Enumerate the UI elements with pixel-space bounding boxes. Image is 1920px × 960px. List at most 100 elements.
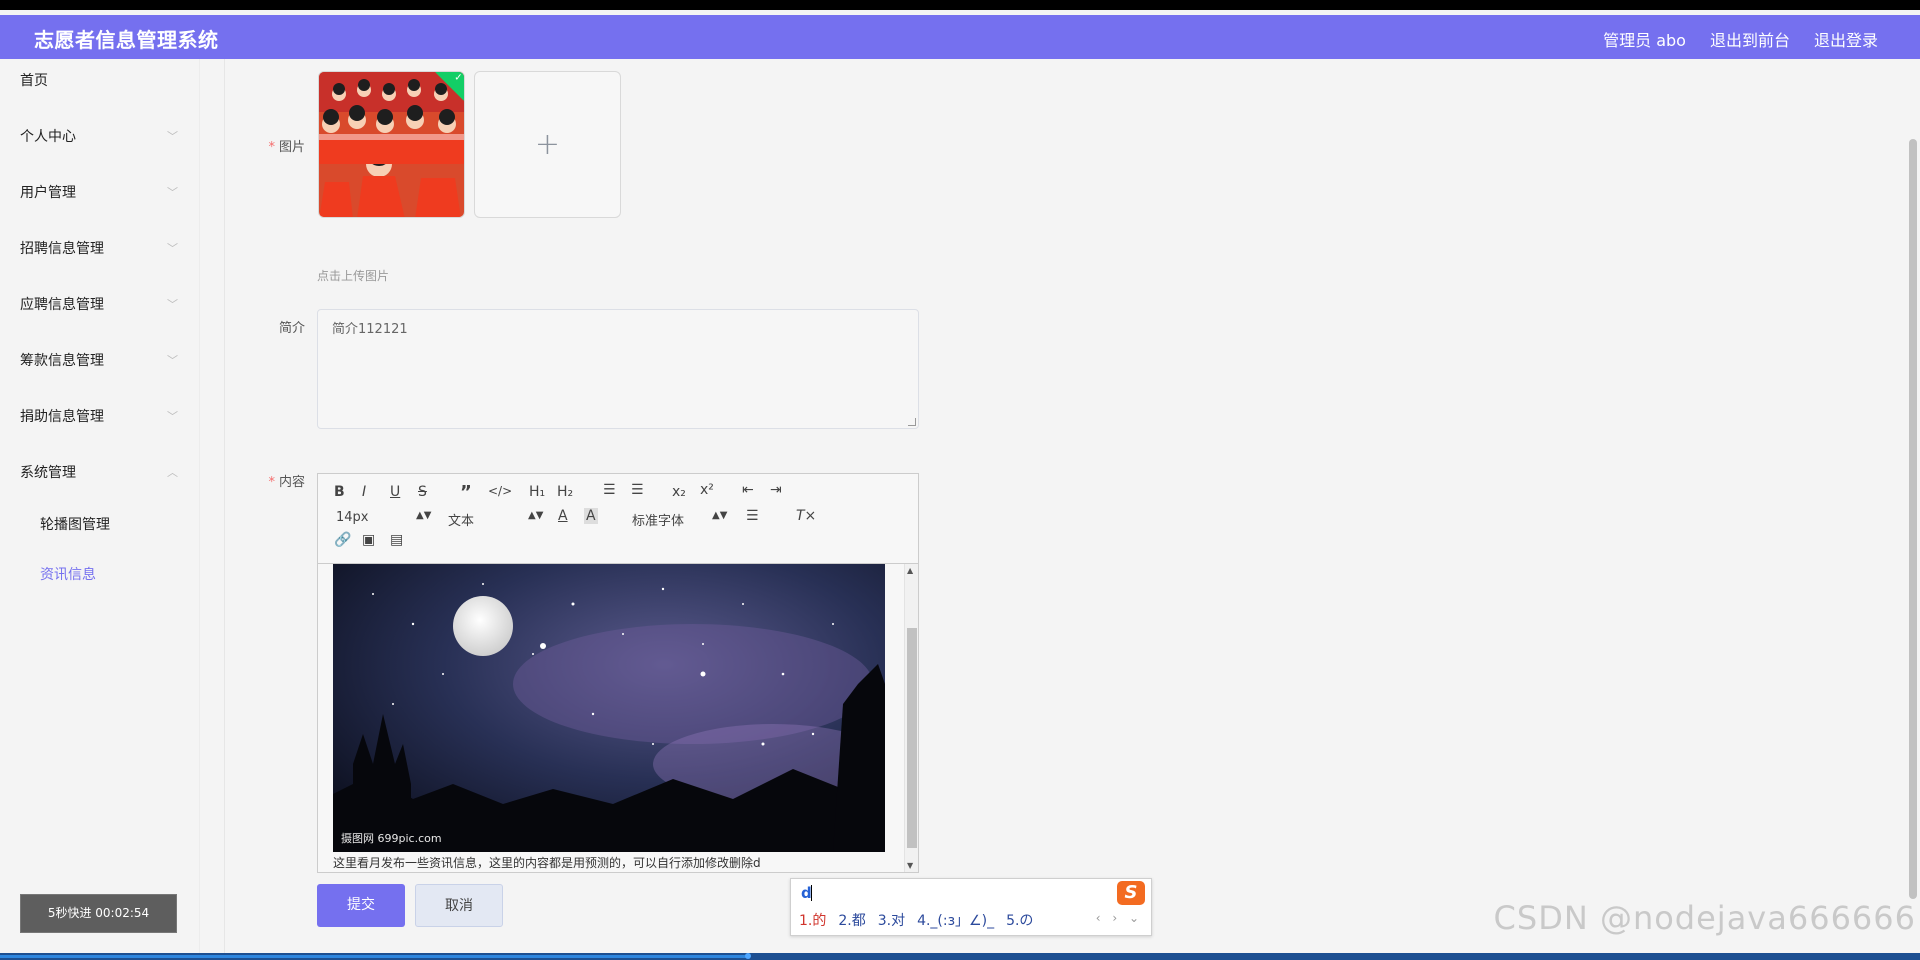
ime-page-nav-icons[interactable]: ‹ › ⌄: [1096, 911, 1143, 925]
select-arrows-icon: ▲▼: [528, 510, 544, 521]
sogou-logo-icon: S: [1117, 881, 1145, 905]
indent-icon[interactable]: ⇥: [770, 482, 782, 498]
header-links: 管理员 abo 退出到前台 退出登录: [1603, 27, 1878, 51]
select-arrows-icon: ▲▼: [712, 510, 728, 521]
image-field-label: * 图片: [225, 136, 305, 155]
sidebar-item-system-management[interactable]: 系统管理 ︿: [0, 453, 200, 493]
sidebar-item-fundraising-management[interactable]: 筹款信息管理 ﹀: [0, 341, 200, 381]
sidebar: 首页 个人中心 ﹀ 用户管理 ﹀ 招聘信息管理 ﹀ 应聘信息管理 ﹀ 筹款信息管理 ﹀ 捐…: [0, 59, 200, 953]
sidebar-item-label: 首页: [20, 73, 48, 89]
sidebar-item-home[interactable]: 首页: [0, 61, 200, 101]
outdent-icon[interactable]: ⇤: [742, 482, 754, 498]
ime-candidate[interactable]: 5.の: [1006, 910, 1033, 930]
align-icon[interactable]: ☰: [746, 508, 759, 524]
font-family-select[interactable]: 标准字体 ▲▼: [632, 510, 727, 529]
ime-candidate[interactable]: 3.对: [878, 910, 905, 930]
check-icon: ✓: [454, 72, 463, 84]
editor-scrollbar[interactable]: ▲ ▼: [904, 564, 918, 872]
intro-textarea[interactable]: 简介112121: [317, 309, 919, 429]
font-family-value: 标准字体: [632, 514, 685, 529]
exit-to-frontend-link[interactable]: 退出到前台: [1710, 27, 1790, 51]
code-block-icon[interactable]: </>: [488, 484, 512, 498]
scroll-down-icon[interactable]: ▼: [907, 861, 913, 870]
sidebar-item-label: 资讯信息: [40, 567, 96, 583]
editor-caption-text: 这里看月发布一些资讯信息，这里的内容都是用预测的，可以自行添加修改删除d: [333, 856, 761, 870]
italic-icon[interactable]: I: [362, 484, 366, 500]
video-progress-bar[interactable]: [0, 953, 1920, 960]
strikethrough-icon[interactable]: S: [418, 484, 427, 500]
sidebar-item-application-management[interactable]: 应聘信息管理 ﹀: [0, 285, 200, 325]
sidebar-item-user-management[interactable]: 用户管理 ﹀: [0, 173, 200, 213]
sidebar-item-label: 招聘信息管理: [20, 241, 104, 257]
required-mark: *: [268, 140, 275, 155]
sidebar-item-news-info[interactable]: 资讯信息: [0, 555, 200, 595]
subscript-icon[interactable]: x₂: [672, 484, 686, 500]
sidebar-item-label: 捐助信息管理: [20, 409, 104, 425]
video-progress-fill: [0, 955, 748, 958]
ime-candidates: 1.的 2.都 3.对 4._(:з」∠)_ 5.の: [799, 910, 1033, 930]
editor-content-area[interactable]: 摄图网 699pic.com 这里看月发布一些资讯信息，这里的内容都是用预测的，…: [318, 564, 906, 872]
app-title: 志愿者信息管理系统: [34, 28, 219, 52]
select-arrows-icon: ▲▼: [416, 510, 432, 521]
header1-icon[interactable]: H₁: [529, 484, 545, 500]
sidebar-item-recruit-management[interactable]: 招聘信息管理 ﹀: [0, 229, 200, 269]
intro-text-value: 简介112121: [332, 322, 408, 337]
csdn-watermark: CSDN @nodejava666666: [1493, 899, 1916, 937]
bullet-list-icon[interactable]: ☰: [631, 482, 644, 498]
bold-icon[interactable]: B: [334, 484, 345, 500]
sidebar-item-label: 轮播图管理: [40, 517, 110, 533]
video-icon[interactable]: ▤: [390, 532, 403, 548]
fast-forward-timer: 5秒快进 00:02:54: [20, 894, 177, 933]
ime-candidate[interactable]: 1.的: [799, 910, 826, 930]
ime-candidate[interactable]: 2.都: [838, 910, 865, 930]
chevron-down-icon: ﹀: [167, 298, 178, 311]
editor-scroll-thumb[interactable]: [907, 628, 917, 848]
chevron-down-icon: ﹀: [167, 410, 178, 423]
video-progress-handle[interactable]: [745, 953, 751, 959]
sidebar-item-carousel-management[interactable]: 轮播图管理: [0, 505, 200, 545]
cancel-button[interactable]: 取消: [415, 884, 503, 927]
paragraph-value: 文本: [448, 514, 475, 529]
chevron-down-icon: ﹀: [167, 354, 178, 367]
clear-format-icon[interactable]: T×: [796, 508, 816, 524]
ime-candidate[interactable]: 4._(:з」∠)_: [917, 910, 994, 930]
night-sky-illustration: [333, 564, 885, 852]
sidebar-item-personal-center[interactable]: 个人中心 ﹀: [0, 117, 200, 157]
background-color-icon[interactable]: A: [584, 508, 598, 524]
ordered-list-icon[interactable]: ☰: [603, 482, 616, 498]
chevron-down-icon: ﹀: [167, 186, 178, 199]
content-label-text: 内容: [278, 475, 305, 490]
top-header: 志愿者信息管理系统 管理员 abo 退出到前台 退出登录: [0, 15, 1920, 59]
submit-button[interactable]: 提交: [317, 884, 405, 927]
chevron-down-icon: ﹀: [167, 242, 178, 255]
admin-user-link[interactable]: 管理员 abo: [1603, 27, 1686, 51]
sidebar-item-label: 系统管理: [20, 465, 76, 481]
font-color-icon[interactable]: A: [558, 508, 568, 524]
logout-link[interactable]: 退出登录: [1814, 27, 1878, 51]
rich-text-editor: B I U S ” </> H₁ H₂ ☰ ☰ x₂ x² ⇤ ⇥ 14px ▲▼…: [317, 473, 919, 873]
night-sky-image: 摄图网 699pic.com: [333, 564, 885, 852]
page-scrollbar[interactable]: [1906, 59, 1920, 953]
resize-grip-icon[interactable]: [908, 418, 916, 426]
image-watermark: 摄图网 699pic.com: [341, 832, 442, 845]
image-icon[interactable]: ▣: [362, 532, 375, 548]
sidebar-item-label: 用户管理: [20, 185, 76, 201]
underline-icon[interactable]: U: [390, 484, 400, 500]
screen: 志愿者信息管理系统 管理员 abo 退出到前台 退出登录 首页 个人中心 ﹀ 用户…: [0, 10, 1920, 953]
sidebar-item-label: 个人中心: [20, 129, 76, 145]
sidebar-item-donation-management[interactable]: 捐助信息管理 ﹀: [0, 397, 200, 437]
page-scroll-thumb[interactable]: [1909, 139, 1917, 899]
scroll-up-icon[interactable]: ▲: [907, 566, 913, 575]
blockquote-icon[interactable]: ”: [460, 482, 472, 503]
ime-candidate-popup: d S 1.的 2.都 3.对 4._(:з」∠)_ 5.の ‹ › ⌄: [790, 878, 1152, 936]
image-upload-button[interactable]: +: [474, 71, 621, 218]
uploaded-image-thumbnail[interactable]: ✓: [318, 71, 465, 218]
image-label-text: 图片: [278, 140, 305, 155]
link-icon[interactable]: 🔗: [334, 532, 351, 548]
upload-tip-text: 点击上传图片: [317, 269, 390, 283]
superscript-icon[interactable]: x²: [700, 482, 714, 498]
font-size-value: 14px: [336, 510, 369, 525]
header2-icon[interactable]: H₂: [557, 484, 573, 500]
font-size-select[interactable]: 14px ▲▼: [336, 510, 431, 525]
paragraph-select[interactable]: 文本 ▲▼: [448, 510, 543, 529]
